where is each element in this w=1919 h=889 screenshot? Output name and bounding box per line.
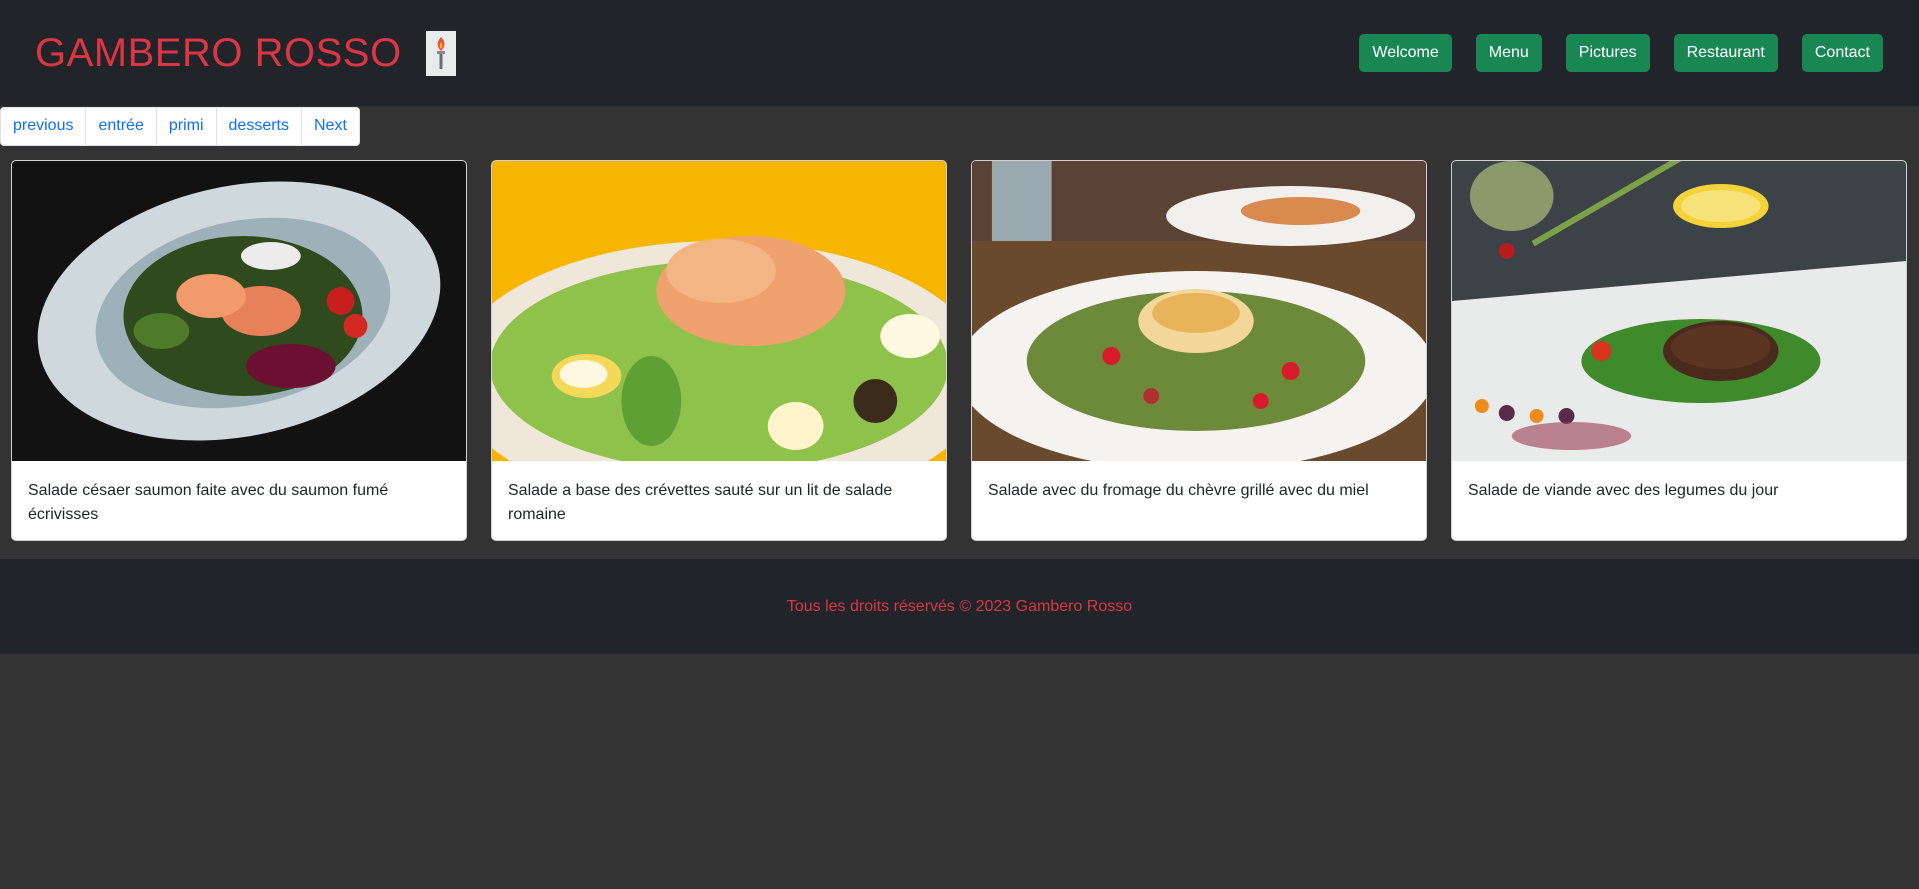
nav-contact-button[interactable]: Contact — [1801, 34, 1883, 72]
card-caption: Salade avec du fromage du chèvre grillé … — [988, 482, 1369, 499]
page-entree-link[interactable]: entrée — [86, 108, 157, 145]
card-caption: Salade de viande avec des legumes du jou… — [1468, 482, 1779, 499]
brand-title[interactable]: GAMBERO ROSSO — [35, 31, 402, 76]
menu-card: Salade avec du fromage du chèvre grillé … — [971, 160, 1427, 541]
navbar: GAMBERO ROSSO Welcome Menu Pictures Rest… — [0, 0, 1919, 106]
goat-cheese-salad-image — [972, 161, 1426, 461]
salmon-salad-image — [12, 161, 466, 461]
page-previous-link[interactable]: previous — [1, 108, 87, 145]
nav-welcome-button[interactable]: Welcome — [1359, 34, 1452, 72]
torch-icon — [425, 30, 456, 76]
page-next-link[interactable]: Next — [302, 108, 359, 145]
card-grid: Salade césaer saumon faite avec du saumo… — [11, 160, 1907, 541]
nav-pictures-button[interactable]: Pictures — [1565, 34, 1650, 72]
menu-card: Salade césaer saumon faite avec du saumo… — [11, 160, 467, 541]
pagination: previous entrée primi desserts Next — [0, 107, 360, 146]
footer: Tous les droits réservés © 2023 Gambero … — [0, 559, 1919, 654]
nav-menu-button[interactable]: Menu — [1475, 34, 1542, 72]
card-caption: Salade a base des crévettes sauté sur un… — [508, 482, 893, 523]
meat-salad-image — [1452, 161, 1906, 461]
shrimp-salad-image — [492, 161, 946, 461]
menu-card: Salade a base des crévettes sauté sur un… — [491, 160, 947, 541]
page-desserts-link[interactable]: desserts — [217, 108, 302, 145]
copyright-text: Tous les droits réservés © 2023 Gambero … — [786, 597, 1133, 615]
nav-restaurant-button[interactable]: Restaurant — [1673, 34, 1778, 72]
menu-card: Salade de viande avec des legumes du jou… — [1451, 160, 1907, 541]
page-primi-link[interactable]: primi — [157, 108, 217, 145]
nav-buttons: Welcome Menu Pictures Restaurant Contact — [1359, 34, 1883, 72]
card-caption: Salade césaer saumon faite avec du saumo… — [28, 482, 389, 523]
brand[interactable]: GAMBERO ROSSO — [35, 30, 456, 76]
